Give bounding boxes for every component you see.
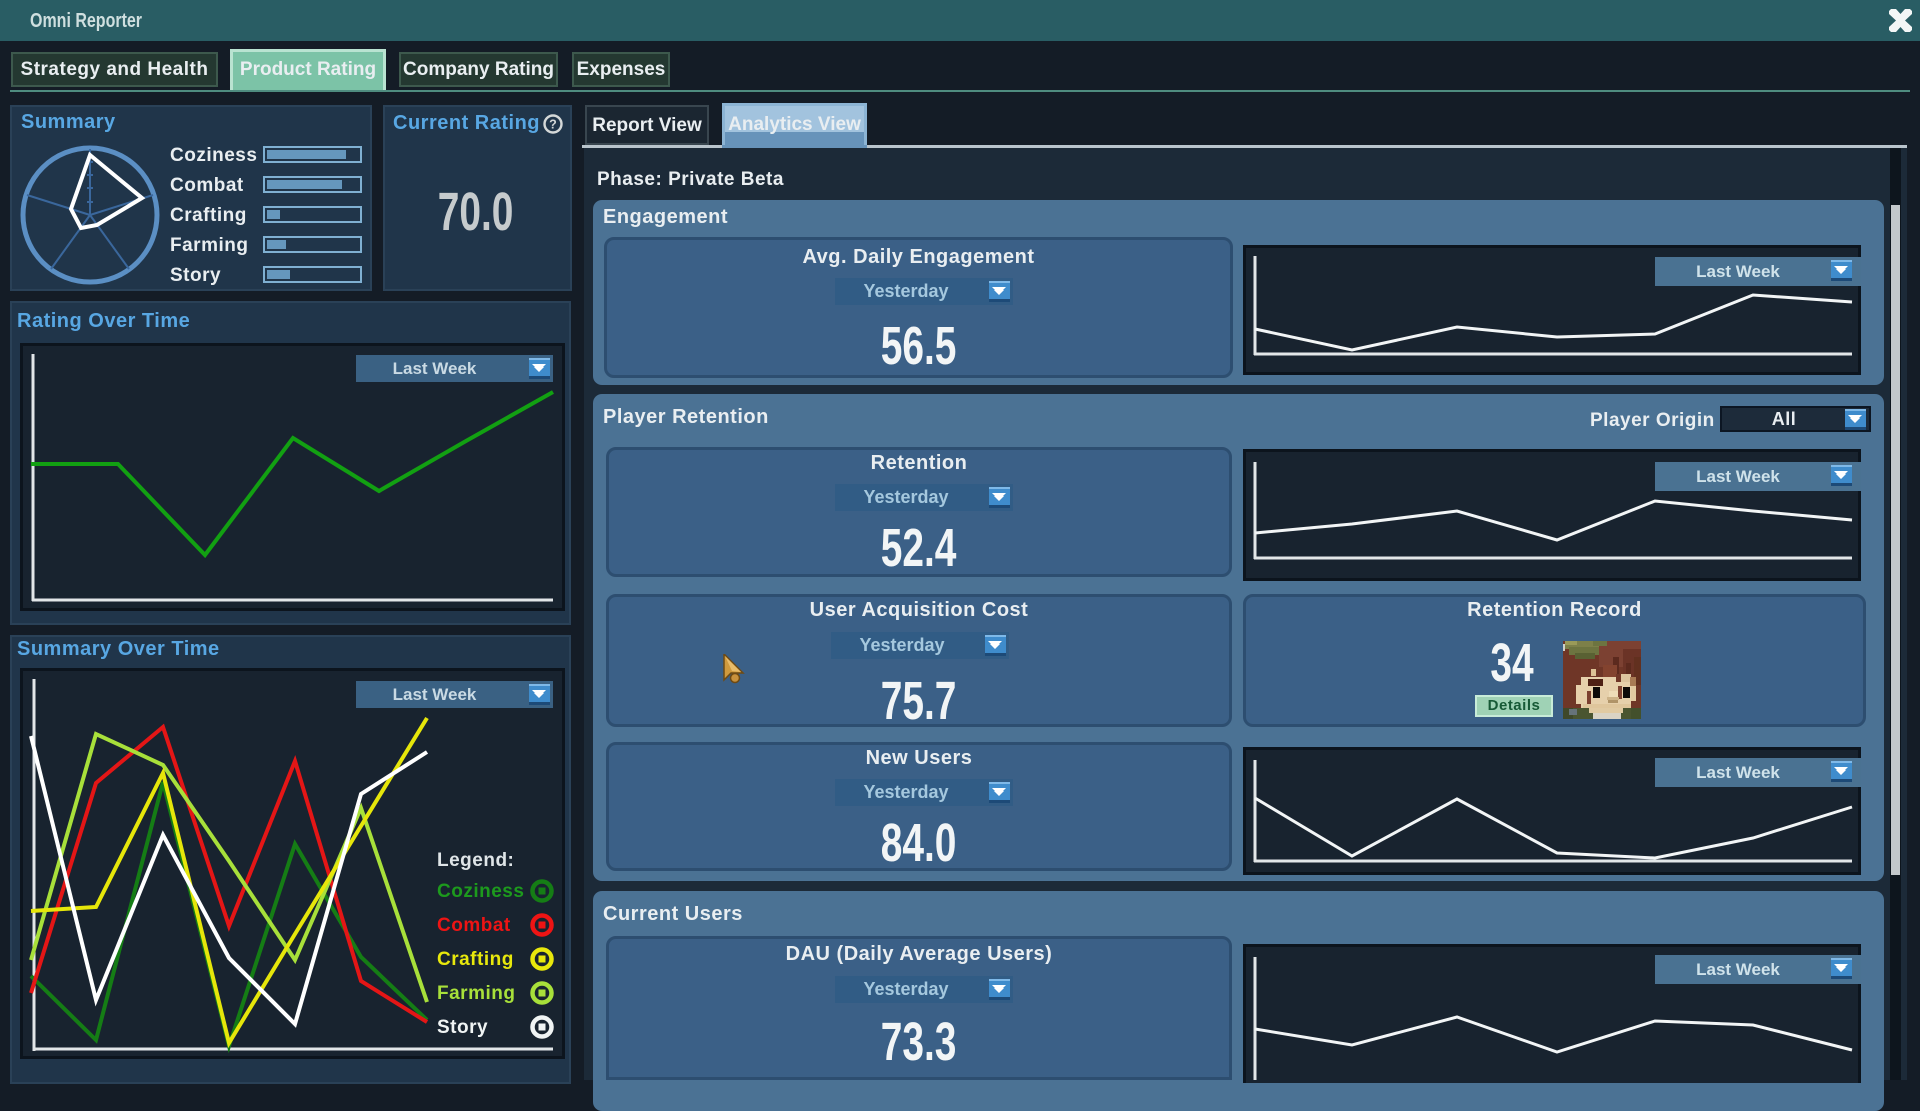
svg-text:?: ? [549,118,557,132]
